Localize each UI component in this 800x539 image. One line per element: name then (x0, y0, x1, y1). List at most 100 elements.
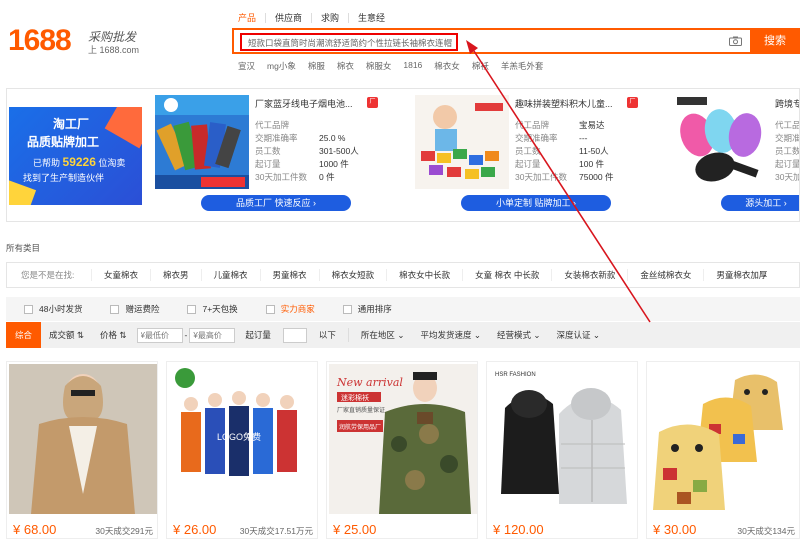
factory-card[interactable]: 趣味拼装塑料积木儿童... 厂 代工品牌 宝易达 交期准确率 --- 员工数 11-5… (415, 95, 665, 217)
category-link[interactable]: 金丝绒棉衣女 (627, 269, 703, 281)
factory-action-button[interactable]: 源头加工 › (721, 195, 799, 211)
factory-banner: 淘工厂 品质贴牌加工 已帮助 59226 位淘卖 找到了生产制造伙伴 厂家蓝牙线… (6, 88, 800, 222)
search-button[interactable]: 搜索 (750, 28, 800, 54)
product-image[interactable]: LOGO免费 (169, 364, 317, 514)
stat-value: 宝易达 (579, 120, 605, 130)
filter-general-sort[interactable]: 通用排序 (342, 303, 392, 315)
stat-value: 301-500人 (319, 146, 359, 156)
stat-label: 员工数 (255, 146, 281, 156)
checkbox[interactable] (24, 304, 33, 314)
hot-word[interactable]: 棉袄 (472, 60, 489, 72)
logo-number: 1688 (8, 24, 72, 57)
location-label: 所在地区 (360, 330, 395, 340)
filter-48h-shipping[interactable]: 48小时发货 (24, 303, 82, 315)
min-order-label: 起订量 (245, 330, 271, 340)
hot-word[interactable]: 羊羔毛外套 (501, 60, 544, 72)
factory-action-button[interactable]: 品质工厂 快速反应 › (201, 195, 351, 211)
factory-product-image[interactable] (675, 95, 769, 189)
min-order-input[interactable] (282, 327, 307, 343)
hot-word[interactable]: 1816 (403, 60, 422, 72)
min-price-input[interactable] (136, 327, 183, 343)
factory-action-button[interactable]: 小单定制 贴牌加工 › (461, 195, 611, 211)
hot-word[interactable]: 棉衣女 (434, 60, 460, 72)
all-categories-label[interactable]: 所有类目 (6, 242, 40, 254)
category-link[interactable]: 男童棉衣加厚 (703, 269, 779, 281)
business-mode-dropdown[interactable]: 经营模式 ⌄ (489, 322, 549, 348)
chevron-down-icon: ⌄ (473, 330, 481, 340)
checkbox[interactable] (265, 304, 275, 314)
hot-word[interactable]: 棉服女 (366, 60, 392, 72)
ad-stat-prefix: 已帮助 (33, 158, 61, 168)
image-brand-text: 迷彩棉袄 (341, 393, 369, 402)
checkbox[interactable] (187, 304, 197, 314)
camera-icon[interactable] (729, 36, 742, 46)
suggestion-label: 您是不是在找: (21, 270, 75, 280)
stat-value: 100 件 (579, 159, 605, 169)
hot-word[interactable]: 棉衣 (337, 60, 354, 72)
sort-arrow-icon: ⇅ (119, 330, 127, 340)
product-card[interactable]: LOGO免费 ¥ 26.00 30天成交17.51万元 (166, 361, 318, 539)
factory-product-image[interactable] (415, 95, 509, 189)
product-image[interactable] (9, 364, 157, 514)
filter-label: 48小时发货 (39, 304, 83, 314)
category-link[interactable]: 棉衣女短款 (318, 269, 387, 281)
product-price: ¥ 68.00 (13, 522, 57, 537)
tao-factory-ad[interactable]: 淘工厂 品质贴牌加工 已帮助 59226 位淘卖 找到了生产制造伙伴 (9, 107, 142, 205)
stat-label: 员工数 (775, 146, 799, 156)
ad-stat: 已帮助 59226 位淘卖 (33, 155, 125, 169)
site-logo[interactable]: 1688 采购批发 上 1688.com (6, 26, 146, 60)
category-link[interactable]: 男童棉衣 (259, 269, 319, 281)
factory-product-image[interactable] (155, 95, 249, 189)
hot-word[interactable]: 宣汉 (238, 60, 255, 72)
checkbox[interactable] (110, 304, 120, 314)
sort-arrow-icon: ⇅ (76, 330, 85, 340)
factory-card[interactable]: 跨境专 代工品 交期准 员工数 起订量 30天加 源头加工 › (675, 95, 799, 217)
category-link[interactable]: 棉衣女中长款 (386, 269, 462, 281)
product-image[interactable] (649, 364, 797, 514)
filter-7day-exchange[interactable]: 7+天包换 (187, 303, 238, 315)
sort-default[interactable]: 综合 (6, 322, 42, 348)
checkbox[interactable] (342, 304, 352, 314)
category-link[interactable]: 女童棉衣 (91, 269, 150, 281)
product-card[interactable]: HSR FASHION ¥ 120.00 (486, 361, 638, 539)
product-card[interactable]: New arrival 迷彩棉袄 厂家直销 质量保证 润航劳保用品厂 ¥ 25.… (326, 361, 478, 539)
filter-strong-merchant[interactable]: 实力商家 (265, 303, 315, 315)
factory-title[interactable]: 厂家蓝牙线电子烟电池... (255, 97, 365, 110)
chevron-down-icon: ⌄ (397, 330, 405, 340)
sort-volume[interactable]: 成交额 ⇅ (41, 322, 92, 348)
product-card[interactable]: ¥ 30.00 30天成交134元 (646, 361, 800, 539)
category-link[interactable]: 棉衣男 (150, 269, 201, 281)
tab-business[interactable]: 生意经 (358, 13, 394, 23)
image-new-arrival: New arrival (336, 376, 403, 389)
factory-title[interactable]: 跨境专 (775, 97, 799, 110)
sort-price-label: 价格 (100, 330, 118, 340)
ad-subtitle: 品质贴牌加工 (27, 135, 100, 149)
category-link[interactable]: 儿童棉衣 (200, 269, 260, 281)
factory-stats: 代工品牌 宝易达 交期准确率 --- 员工数 11-50人 起订量 100 件 30天加… (515, 119, 665, 184)
max-price-input[interactable] (189, 327, 236, 343)
ship-speed-dropdown[interactable]: 平均发货速度 ⌄ (412, 322, 489, 348)
location-dropdown[interactable]: 所在地区 ⌄ (353, 322, 413, 348)
product-image[interactable]: New arrival 迷彩棉袄 厂家直销 质量保证 润航劳保用品厂 (329, 364, 477, 514)
category-link[interactable]: 女童 棉衣 中长款 (462, 269, 551, 281)
product-price: ¥ 25.00 (333, 522, 377, 537)
ad-stat-number: 59226 (62, 155, 96, 169)
tab-products[interactable]: 产品 (238, 13, 267, 23)
hot-word[interactable]: mg小象 (267, 60, 296, 72)
factory-title[interactable]: 趣味拼装塑料积木儿童... (515, 97, 625, 110)
product-image[interactable]: HSR FASHION (489, 364, 637, 514)
product-card[interactable]: ¥ 68.00 30天成交291元 (6, 361, 158, 539)
stat-label: 30天加 (775, 172, 799, 182)
filter-shipping-insurance[interactable]: 赠运费险 (110, 303, 159, 315)
tab-suppliers[interactable]: 供应商 (275, 13, 313, 23)
hot-word[interactable]: 棉服 (308, 60, 325, 72)
depth-cert-dropdown[interactable]: 深度认证 ⌄ (548, 322, 608, 348)
tab-buying[interactable]: 求购 (321, 13, 350, 23)
category-link[interactable]: 女装棉衣新款 (551, 269, 627, 281)
search-input[interactable]: 短款口袋直筒时尚潮流舒适简约个性拉链长袖棉衣连帽 (240, 33, 458, 51)
factory-card[interactable]: 厂家蓝牙线电子烟电池... 厂 代工品牌 交期准确率 25.0 % 员工数 301-… (155, 95, 405, 217)
sort-price[interactable]: 价格 ⇅ (92, 322, 135, 348)
stat-label: 代工品牌 (515, 120, 550, 130)
product-sales: 30天成交134元 (737, 526, 795, 536)
stat-label: 起订量 (515, 159, 541, 169)
